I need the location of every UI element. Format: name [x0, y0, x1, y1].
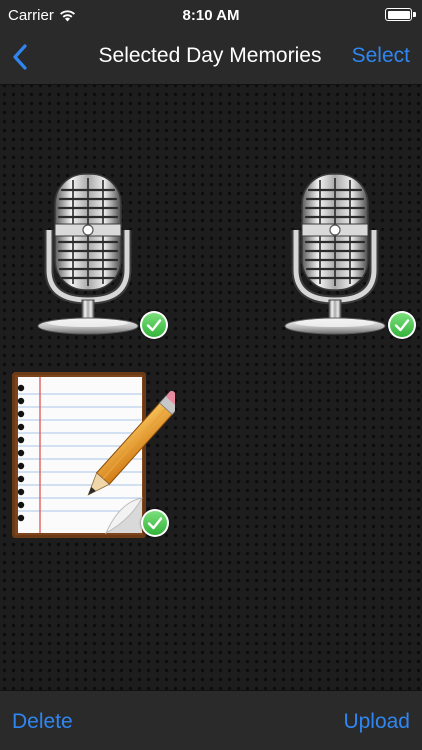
- page-title: Selected Day Memories: [98, 44, 322, 67]
- selected-check-icon: [388, 311, 416, 339]
- status-time: 8:10 AM: [182, 7, 240, 24]
- microphone-icon: [284, 173, 386, 335]
- select-button[interactable]: Select: [352, 44, 410, 68]
- back-button[interactable]: [8, 41, 34, 73]
- status-bar: Carrier 8:10 AM: [0, 0, 422, 30]
- bottom-toolbar: Delete Upload: [0, 690, 422, 750]
- screen: Carrier 8:10 AM Selected Day Memories Se…: [0, 0, 422, 750]
- navigation-bar: Selected Day Memories Select: [0, 30, 422, 85]
- memory-tile-audio[interactable]: [35, 172, 170, 340]
- microphone-icon: [37, 173, 139, 335]
- upload-button[interactable]: Upload: [343, 710, 410, 734]
- battery-nub: [413, 12, 416, 17]
- memory-tile-audio[interactable]: [282, 172, 417, 340]
- chevron-left-icon: [13, 44, 27, 70]
- battery-fill: [387, 10, 410, 19]
- selected-check-icon: [141, 509, 169, 537]
- battery-icon: [385, 8, 416, 21]
- selected-check-icon: [140, 311, 168, 339]
- delete-button[interactable]: Delete: [12, 710, 73, 734]
- memory-tile-note[interactable]: [10, 370, 175, 540]
